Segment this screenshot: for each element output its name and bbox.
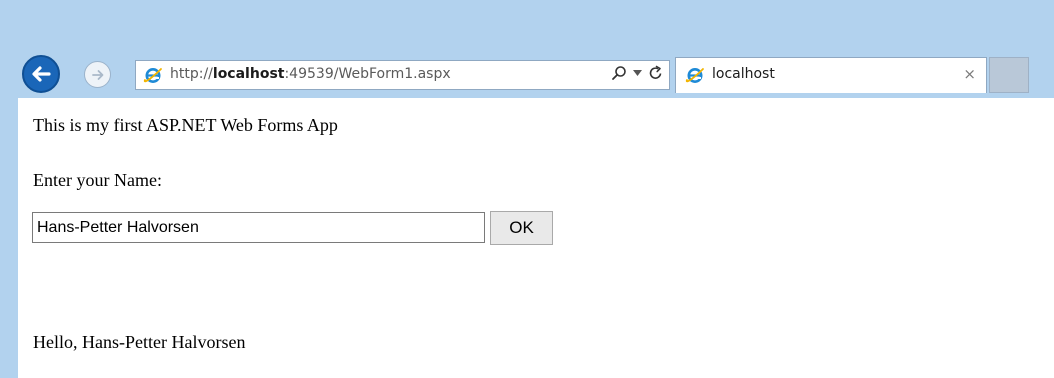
forward-button[interactable]: [84, 61, 111, 88]
url-prefix: http://: [170, 66, 213, 82]
dropdown-icon[interactable]: [633, 70, 642, 76]
forward-arrow-icon: [91, 69, 103, 80]
internet-explorer-icon: [143, 68, 162, 83]
page-heading: This is my first ASP.NET Web Forms App: [33, 115, 338, 135]
address-url: http://localhost:49539/WebForm1.aspx: [170, 66, 451, 82]
back-arrow-icon: [32, 66, 51, 82]
url-host: localhost: [212, 66, 285, 82]
greeting-message: Hello, Hans-Petter Halvorsen: [33, 332, 246, 352]
address-bar[interactable]: http://localhost:49539/WebForm1.aspx: [135, 60, 670, 90]
back-button[interactable]: [22, 55, 60, 93]
name-input[interactable]: [32, 212, 485, 243]
name-prompt-label: Enter your Name:: [33, 170, 162, 190]
browser-toolbar: http://localhost:49539/WebForm1.aspx loc…: [0, 0, 1054, 98]
ok-button[interactable]: OK: [490, 211, 553, 245]
refresh-icon[interactable]: [648, 65, 663, 81]
search-icon[interactable]: [611, 65, 627, 81]
tab-site-icon: [685, 68, 704, 83]
new-tab-button[interactable]: [989, 57, 1029, 93]
tab-close-icon[interactable]: ×: [963, 65, 976, 83]
address-tools: [611, 65, 663, 81]
browser-tab[interactable]: localhost ×: [675, 57, 987, 93]
tab-title: localhost: [712, 66, 775, 82]
url-path: :49539/WebForm1.aspx: [284, 66, 451, 82]
